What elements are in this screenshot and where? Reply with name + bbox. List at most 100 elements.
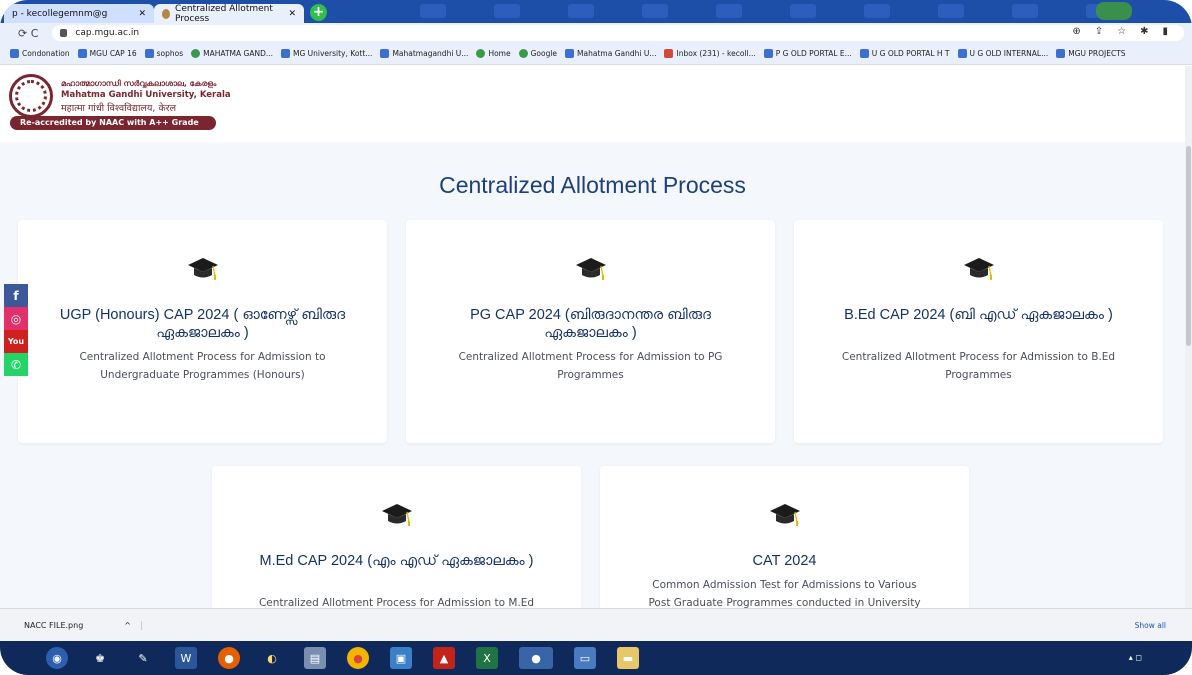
bookmark-item[interactable]: Google bbox=[518, 49, 558, 58]
star-icon[interactable]: ☆ bbox=[1117, 26, 1126, 37]
card-description: Centralized Allotment Process for Admiss… bbox=[841, 351, 1116, 381]
tab-gmail[interactable]: p - kecollegemnm@g ✕ bbox=[4, 4, 154, 23]
tab-label: p - kecollegemnm@g bbox=[12, 8, 108, 19]
bookmark-label: Mahatma Gandhi U... bbox=[577, 49, 657, 58]
download-item[interactable]: NACC FILE.png ^ bbox=[24, 620, 142, 630]
start-button-icon[interactable]: ◉ bbox=[46, 647, 68, 669]
taskbar-app-icon[interactable]: ◐ bbox=[261, 647, 283, 669]
bookmark-icon bbox=[144, 49, 154, 58]
pdf-icon[interactable]: ▲ bbox=[433, 647, 455, 669]
extensions-icon[interactable]: ✱ bbox=[1140, 26, 1148, 37]
bookmark-label: Google bbox=[530, 49, 558, 58]
google-icon bbox=[518, 49, 528, 58]
downloads-bar: NACC FILE.png ^ Show all bbox=[0, 608, 1192, 641]
bookmark-label: MGU CAP 16 bbox=[89, 49, 137, 58]
bookmark-icon bbox=[10, 49, 19, 58]
card-bed-cap[interactable]: B.Ed CAP 2024 (ബി എഡ് ഏകജാലകം ) Centrali… bbox=[794, 220, 1163, 443]
folder-icon[interactable]: ▬ bbox=[617, 647, 639, 669]
bookmark-item[interactable]: U G OLD PORTAL H T bbox=[859, 49, 950, 58]
card-med-cap[interactable]: M.Ed CAP 2024 (എം എഡ് ഏകജാലകം ) Centrali… bbox=[212, 466, 581, 608]
bookmark-label: U G OLD PORTAL H T bbox=[871, 49, 950, 58]
word-icon[interactable]: W bbox=[175, 647, 197, 669]
bookmark-item[interactable]: MAHATMA GAND... bbox=[191, 49, 273, 58]
university-emblem-icon[interactable] bbox=[9, 74, 53, 118]
university-favicon-icon bbox=[162, 8, 171, 19]
reload-icon[interactable]: ⟳ C bbox=[18, 27, 38, 40]
social-sidebar: f ◎ You ✆ bbox=[4, 284, 28, 376]
bookmark-label: U G OLD INTERNAL... bbox=[969, 49, 1049, 58]
card-ugp-cap[interactable]: UGP (Honours) CAP 2024 ( ഓണേഴ്സ് ബിരുദ ഏ… bbox=[18, 220, 387, 443]
bookmark-label: Inbox (231) - kecoll... bbox=[676, 49, 756, 58]
system-tray[interactable]: ▴ ◻ bbox=[1129, 653, 1142, 662]
scrollbar-thumb[interactable] bbox=[1186, 146, 1191, 346]
bookmark-item[interactable]: sophos bbox=[144, 49, 184, 58]
bookmark-item[interactable]: MGU PROJECTS bbox=[1056, 49, 1126, 58]
taskbar-app-icon[interactable]: ▣ bbox=[390, 647, 412, 669]
bookmark-item[interactable]: MGU CAP 16 bbox=[77, 49, 137, 58]
page-title: Centralized Allotment Process bbox=[439, 172, 746, 198]
close-icon[interactable]: ✕ bbox=[138, 9, 146, 19]
bookmark-label: Home bbox=[488, 49, 511, 58]
taskbar-app-icon[interactable]: ✎ bbox=[132, 647, 154, 669]
bookmark-icon bbox=[763, 49, 773, 58]
close-icon[interactable]: ✕ bbox=[288, 9, 296, 19]
bookmark-label: P G OLD PORTAL E... bbox=[775, 49, 852, 58]
graduation-cap-icon bbox=[769, 504, 800, 526]
bookmark-item[interactable]: MG University, Kott... bbox=[281, 49, 372, 58]
bookmark-label: sophos bbox=[156, 49, 184, 58]
chrome-active-icon[interactable]: ● bbox=[519, 647, 553, 669]
tab-centralized-allotment[interactable]: Centralized Allotment Process ✕ bbox=[154, 3, 304, 24]
graduation-cap-icon bbox=[187, 258, 218, 280]
address-actions: ⊕ ⇪ ☆ ✱ ▮ bbox=[1072, 26, 1168, 37]
profile-chevron-icon[interactable] bbox=[1096, 2, 1132, 20]
graduation-cap-icon bbox=[381, 504, 412, 526]
excel-icon[interactable]: X bbox=[476, 647, 498, 669]
card-pg-cap[interactable]: PG CAP 2024 (ബിരുദാനന്തര ബിരുദ ഏകജാലകം )… bbox=[406, 220, 775, 443]
whatsapp-icon[interactable]: ✆ bbox=[4, 353, 28, 376]
chevron-up-icon[interactable]: ^ bbox=[124, 621, 131, 630]
taskbar-app-icon[interactable]: ♚ bbox=[89, 647, 111, 669]
tab-label: Centralized Allotment Process bbox=[175, 3, 273, 24]
new-tab-button[interactable]: + bbox=[310, 4, 327, 21]
bookmark-item[interactable]: Inbox (231) - kecoll... bbox=[664, 49, 756, 58]
bookmark-item[interactable]: Condonation bbox=[10, 49, 70, 58]
graduation-cap-icon bbox=[575, 258, 606, 280]
blurred-tab-area bbox=[420, 4, 1112, 18]
university-name-malayalam: മഹാത്മാഗാന്ധി സർവ്വകലാശാല, കേരളം bbox=[61, 79, 217, 88]
zoom-icon[interactable]: ⊕ bbox=[1072, 26, 1080, 37]
naac-badge: Re-accredited by NAAC with A++ Grade bbox=[10, 116, 216, 130]
url-text: cap.mgu.ac.in bbox=[75, 28, 140, 38]
bookmark-icon bbox=[77, 49, 87, 58]
bookmark-item[interactable]: Mahatma Gandhi U... bbox=[565, 49, 656, 58]
share-icon[interactable]: ⇪ bbox=[1095, 26, 1103, 37]
show-all-link[interactable]: Show all bbox=[1135, 621, 1166, 630]
bookmark-icon bbox=[380, 49, 390, 58]
main-content: Centralized Allotment Process UGP (Honou… bbox=[0, 142, 1185, 608]
firefox-icon[interactable]: ● bbox=[218, 647, 240, 669]
bookmark-item[interactable]: Mahatmagandhi U... bbox=[380, 49, 468, 58]
bookmark-item[interactable]: U G OLD INTERNAL... bbox=[957, 49, 1049, 58]
browser-tab-strip: p - kecollegemnm@g ✕ Centralized Allotme… bbox=[0, 0, 1192, 24]
url-bar[interactable]: cap.mgu.ac.in bbox=[52, 25, 1184, 41]
globe-icon bbox=[191, 49, 201, 58]
taskbar-app-icon[interactable]: ▤ bbox=[304, 647, 326, 669]
bookmarks-bar: Condonation MGU CAP 16 sophos MAHATMA GA… bbox=[0, 43, 1192, 65]
university-name-english: Mahatma Gandhi University, Kerala bbox=[61, 90, 231, 100]
card-cat[interactable]: CAT 2024 Common Admission Test for Admis… bbox=[600, 466, 969, 608]
card-title: CAT 2024 bbox=[752, 553, 817, 569]
bookmark-label: Mahatmagandhi U... bbox=[392, 49, 469, 58]
facebook-icon[interactable]: f bbox=[4, 284, 28, 307]
card-title: PG CAP 2024 (ബിരുദാനന്തര ബിരുദ ഏകജാലകം ) bbox=[470, 307, 711, 341]
bookmark-icon bbox=[859, 49, 869, 58]
bookmark-icon bbox=[957, 49, 967, 58]
bookmark-item[interactable]: Home bbox=[476, 49, 511, 58]
chrome-icon[interactable]: ● bbox=[347, 647, 369, 669]
youtube-icon[interactable]: You bbox=[4, 330, 28, 353]
instagram-icon[interactable]: ◎ bbox=[4, 307, 28, 330]
bookmark-label: Condonation bbox=[22, 49, 70, 58]
sidepanel-icon[interactable]: ▮ bbox=[1162, 26, 1168, 37]
card-title: B.Ed CAP 2024 (ബി എഡ് ഏകജാലകം ) bbox=[844, 307, 1113, 323]
page-scrollbar[interactable] bbox=[1185, 66, 1192, 608]
bookmark-item[interactable]: P G OLD PORTAL E... bbox=[763, 49, 852, 58]
taskbar-app-icon[interactable]: ▭ bbox=[574, 647, 596, 669]
